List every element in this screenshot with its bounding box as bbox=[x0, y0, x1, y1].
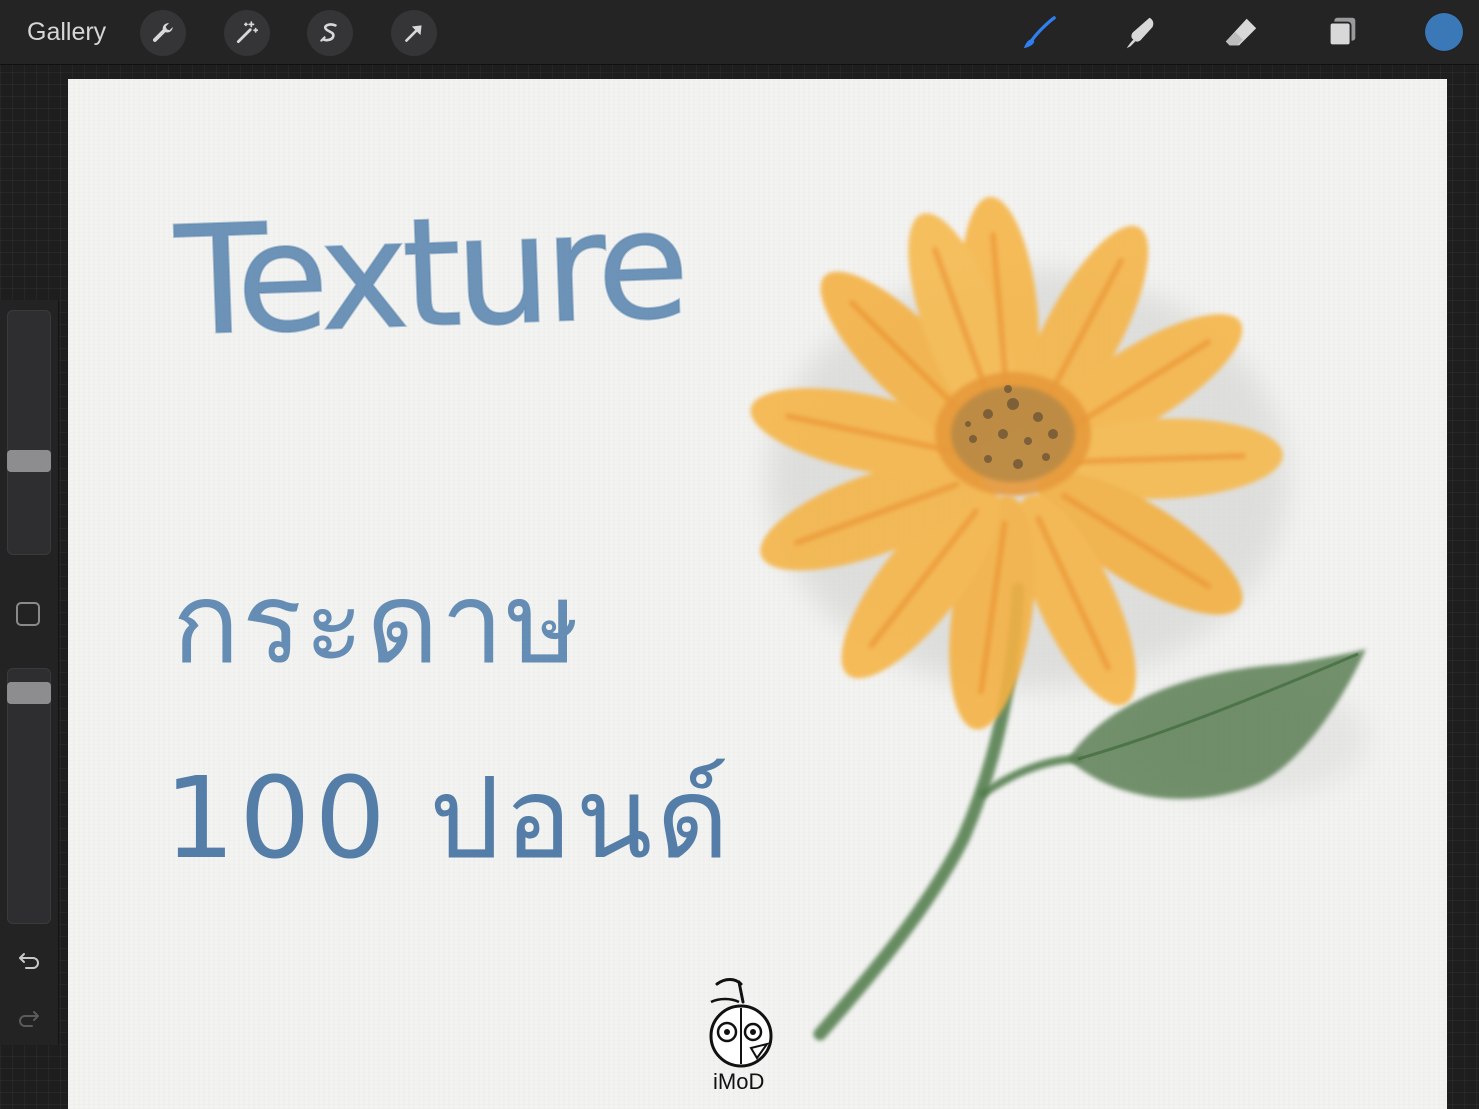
magic-wand-icon bbox=[236, 21, 259, 44]
thai-100-pound-handwriting: 100 ปอนด์ bbox=[164, 754, 734, 884]
transform-arrow-icon bbox=[405, 25, 422, 42]
left-sidebar bbox=[0, 300, 59, 1045]
undo-button[interactable] bbox=[14, 944, 44, 974]
brush-opacity-handle[interactable] bbox=[7, 682, 51, 705]
thai-paper-handwriting: กระดาษ bbox=[172, 559, 582, 689]
transform-button[interactable] bbox=[391, 10, 437, 56]
adjustments-button[interactable] bbox=[224, 10, 270, 56]
selection-icon bbox=[320, 23, 337, 42]
brush-size-handle[interactable] bbox=[7, 450, 51, 473]
eraser-tool[interactable] bbox=[1220, 12, 1262, 54]
eraser-icon bbox=[1225, 18, 1257, 46]
brush-icon bbox=[1023, 16, 1056, 49]
imod-watermark-text: iMoD bbox=[713, 1069, 765, 1094]
redo-button[interactable] bbox=[14, 1002, 44, 1032]
gallery-button[interactable]: Gallery bbox=[27, 16, 106, 48]
layers-icon bbox=[1328, 17, 1356, 47]
undo-icon bbox=[19, 953, 39, 969]
brush-opacity-slider[interactable] bbox=[7, 668, 51, 924]
wrench-icon bbox=[152, 23, 173, 42]
modify-button[interactable] bbox=[16, 602, 40, 626]
texture-handwriting: Texture bbox=[172, 177, 687, 371]
color-picker-button[interactable] bbox=[1425, 13, 1463, 51]
actions-button[interactable] bbox=[140, 10, 186, 56]
selection-button[interactable] bbox=[307, 10, 353, 56]
smudge-icon bbox=[1126, 17, 1154, 49]
layers-tool[interactable] bbox=[1321, 12, 1363, 54]
procreate-app: Gallery Texture กระดาษ 100 ปอนด์ iMoD bbox=[0, 0, 1479, 1109]
smudge-tool[interactable] bbox=[1119, 12, 1161, 54]
redo-icon bbox=[19, 1011, 39, 1027]
brush-size-slider[interactable] bbox=[7, 310, 51, 555]
drawing-canvas[interactable]: Texture กระดาษ 100 ปอนด์ iMoD bbox=[68, 79, 1447, 1109]
brush-tool[interactable] bbox=[1018, 12, 1060, 54]
top-toolbar: Gallery bbox=[0, 0, 1479, 65]
